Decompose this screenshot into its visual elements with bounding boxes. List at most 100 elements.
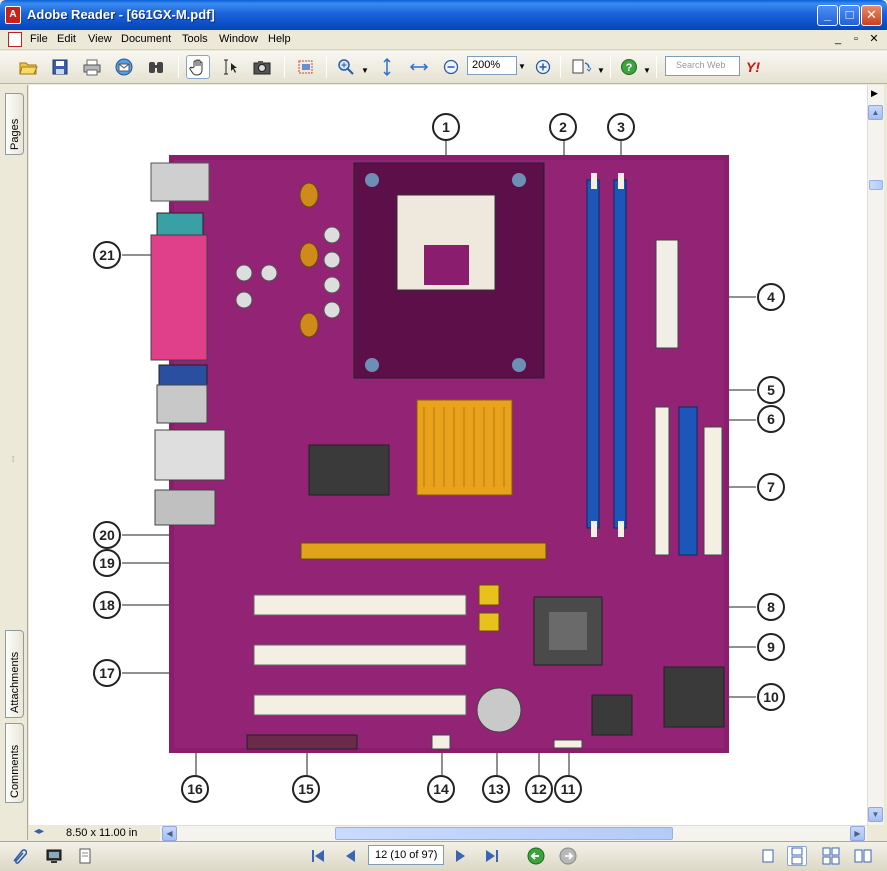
first-page-button[interactable] xyxy=(308,846,328,866)
vertical-scroll-thumb[interactable] xyxy=(869,180,883,190)
pci-slot-1 xyxy=(253,594,467,616)
svg-text:?: ? xyxy=(626,62,633,74)
callout-14: 14 xyxy=(427,775,455,803)
callout-11: 11 xyxy=(554,775,582,803)
scroll-down-button[interactable]: ▼ xyxy=(868,807,883,822)
search-web-input[interactable]: Search Web xyxy=(665,56,740,76)
toolbar-separator xyxy=(656,56,657,78)
panel-resize-handle[interactable]: ⁞ xyxy=(12,455,14,464)
menu-file[interactable]: File xyxy=(30,33,48,45)
menu-view[interactable]: View xyxy=(88,33,112,45)
save-icon[interactable] xyxy=(48,55,72,79)
doc-minimize-button[interactable]: _ xyxy=(830,32,846,47)
doc-close-button[interactable]: ✕ xyxy=(866,32,882,47)
horizontal-scroll-thumb[interactable] xyxy=(335,827,673,840)
attachment-clip-icon[interactable] xyxy=(8,846,28,866)
zoom-level-dropdown-icon[interactable]: ▼ xyxy=(518,62,526,71)
document-view[interactable]: 1 2 3 4 5 6 7 8 9 10 11 12 13 14 15 16 1… xyxy=(29,85,867,825)
menu-tools[interactable]: Tools xyxy=(182,33,208,45)
callout-19: 19 xyxy=(93,549,121,577)
zoom-out-icon[interactable] xyxy=(439,55,463,79)
zoom-level-field[interactable]: 200% xyxy=(467,56,517,75)
single-page-view-icon[interactable] xyxy=(758,846,778,866)
tab-attachments[interactable]: Attachments xyxy=(5,630,24,718)
window-title: Adobe Reader - [661GX-M.pdf] xyxy=(27,7,215,22)
callout-1: 1 xyxy=(432,113,460,141)
rotate-icon[interactable] xyxy=(570,55,594,79)
agp-slot xyxy=(300,542,547,560)
facing-view-icon[interactable] xyxy=(821,846,841,866)
tab-pages-label: Pages xyxy=(9,118,21,150)
tab-comments[interactable]: Comments xyxy=(5,723,24,803)
rotate-dropdown-icon[interactable]: ▼ xyxy=(597,66,605,75)
page-number-field[interactable]: 12 (10 of 97) xyxy=(368,845,444,865)
last-page-button[interactable] xyxy=(482,846,502,866)
menu-bar: File Edit View Document Tools Window Hel… xyxy=(0,30,887,50)
toolbar-separator xyxy=(178,56,179,78)
menu-help[interactable]: Help xyxy=(268,33,291,45)
email-icon[interactable] xyxy=(112,55,136,79)
callout-13: 13 xyxy=(482,775,510,803)
vertical-scrollbar[interactable]: ▶ ▲ ▼ xyxy=(867,85,884,825)
previous-page-button[interactable] xyxy=(340,846,360,866)
help-icon[interactable]: ? xyxy=(617,55,641,79)
page-thumb-icon[interactable] xyxy=(75,846,95,866)
scroll-right-button[interactable]: ▶ xyxy=(850,826,865,841)
actual-size-icon[interactable] xyxy=(375,55,399,79)
snapshot-icon[interactable] xyxy=(250,55,274,79)
continuous-facing-view-icon[interactable] xyxy=(853,846,873,866)
continuous-view-icon[interactable] xyxy=(787,846,807,866)
minimize-button[interactable]: _ xyxy=(817,5,838,26)
yahoo-search-button[interactable]: Y! xyxy=(746,59,760,75)
help-dropdown-icon[interactable]: ▼ xyxy=(643,66,651,75)
close-button[interactable]: ✕ xyxy=(861,5,882,26)
menu-window[interactable]: Window xyxy=(219,33,258,45)
callout-8: 8 xyxy=(757,593,785,621)
menu-edit[interactable]: Edit xyxy=(57,33,76,45)
tab-comments-label: Comments xyxy=(9,744,21,798)
select-text-icon[interactable] xyxy=(218,55,242,79)
screen-icon[interactable] xyxy=(44,846,64,866)
callout-3: 3 xyxy=(607,113,635,141)
toolbar-separator xyxy=(326,56,327,78)
crop-icon[interactable] xyxy=(294,55,318,79)
pci-slot-3 xyxy=(253,694,467,716)
document-icon[interactable] xyxy=(8,32,22,47)
callout-9: 9 xyxy=(757,633,785,661)
menu-document[interactable]: Document xyxy=(121,33,171,45)
callout-20: 20 xyxy=(93,521,121,549)
navigation-panel: Pages ⁞ Attachments Comments xyxy=(0,85,28,840)
next-page-button[interactable] xyxy=(451,846,471,866)
dimm-slot-1 xyxy=(586,179,600,529)
adobe-reader-icon[interactable]: A xyxy=(5,6,21,24)
page-size-label: 8.50 x 11.00 in xyxy=(66,827,138,839)
zoom-tool-dropdown-icon[interactable]: ▼ xyxy=(361,66,369,75)
zoom-in-icon[interactable] xyxy=(531,55,555,79)
split-handle-icon[interactable]: ◂▸ xyxy=(34,826,44,837)
maximize-button[interactable]: □ xyxy=(839,5,860,26)
panel-arrow-icon[interactable]: ▶ xyxy=(871,88,878,99)
tab-pages[interactable]: Pages xyxy=(5,93,24,155)
find-icon[interactable] xyxy=(144,55,168,79)
print-icon[interactable] xyxy=(80,55,104,79)
open-icon[interactable] xyxy=(16,55,40,79)
scroll-left-button[interactable]: ◀ xyxy=(162,826,177,841)
doc-restore-button[interactable]: ▫ xyxy=(848,32,864,47)
callout-2: 2 xyxy=(549,113,577,141)
title-bar: A Adobe Reader - [661GX-M.pdf] _ □ ✕ xyxy=(0,0,887,30)
callout-18: 18 xyxy=(93,591,121,619)
next-view-button[interactable] xyxy=(558,846,578,866)
tab-attachments-label: Attachments xyxy=(9,651,21,713)
hand-tool-icon[interactable] xyxy=(186,55,210,79)
fit-width-icon[interactable] xyxy=(407,55,431,79)
callout-6: 6 xyxy=(757,405,785,433)
zoom-in-tool-icon[interactable] xyxy=(334,55,358,79)
atx-power-connector xyxy=(655,239,679,349)
callout-10: 10 xyxy=(757,683,785,711)
toolbar-separator xyxy=(610,56,611,78)
horizontal-scrollbar[interactable]: ◀ ▶ xyxy=(160,825,867,841)
scroll-up-button[interactable]: ▲ xyxy=(868,105,883,120)
cmos-battery xyxy=(476,687,522,733)
motherboard-figure xyxy=(122,140,756,775)
previous-view-button[interactable] xyxy=(526,846,546,866)
